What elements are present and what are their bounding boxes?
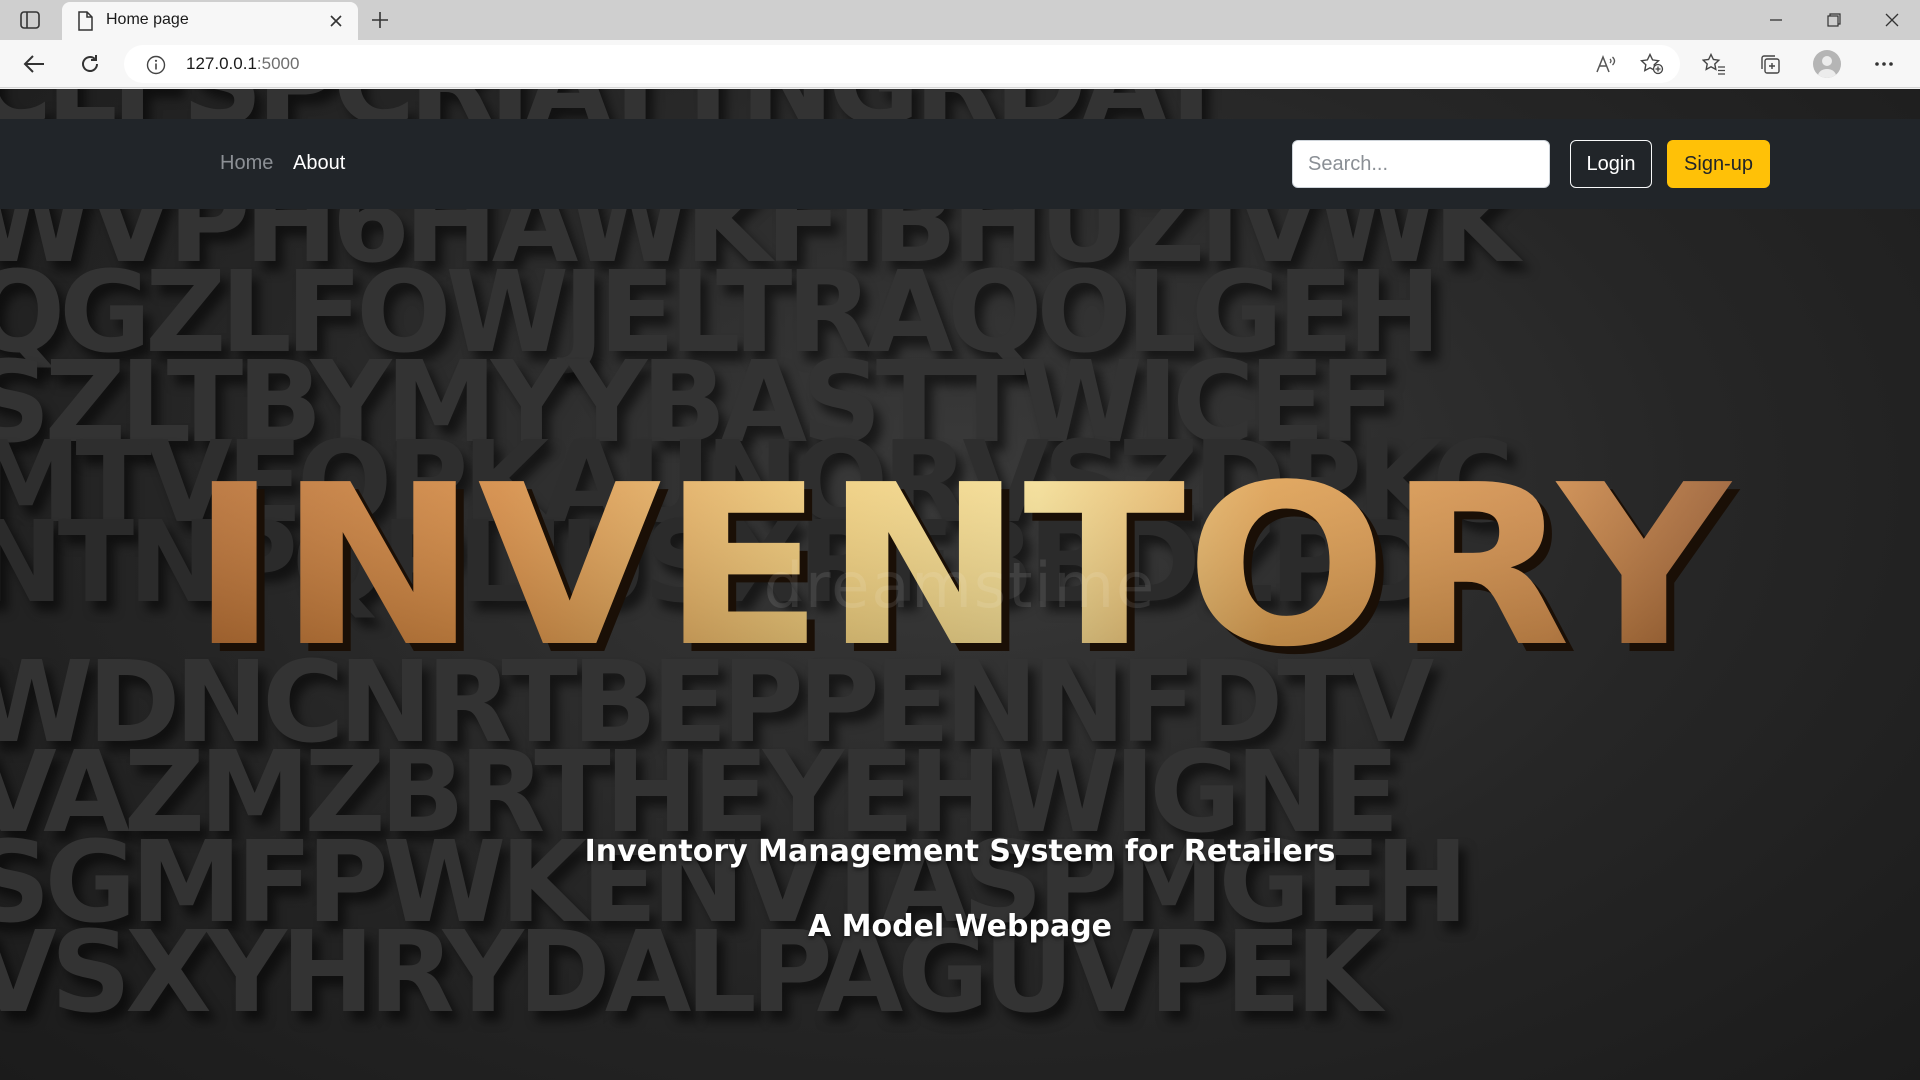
add-favorite-icon[interactable] [1636, 48, 1668, 80]
profile-icon[interactable] [1813, 50, 1841, 78]
plus-icon[interactable] [366, 6, 394, 34]
minimize-icon[interactable] [1754, 4, 1798, 36]
info-icon[interactable] [146, 55, 166, 75]
read-aloud-icon[interactable] [1590, 48, 1622, 80]
document-icon [76, 11, 94, 31]
browser-tab[interactable]: Home page [62, 2, 358, 40]
nav-link-home[interactable]: Home [220, 152, 273, 175]
url-port: :5000 [256, 54, 300, 73]
login-button[interactable]: Login [1570, 140, 1652, 188]
tab-title: Home page [106, 11, 189, 28]
hero-tagline: Inventory Management System for Retailer… [584, 834, 1336, 869]
window-close-icon[interactable] [1870, 4, 1914, 36]
favorites-icon[interactable] [1698, 48, 1730, 80]
url-text: 127.0.0.1:5000 [186, 54, 299, 74]
more-icon[interactable] [1868, 48, 1900, 80]
hero-subtitle: A Model Webpage [807, 909, 1113, 944]
restore-icon[interactable] [1812, 4, 1856, 36]
browser-tab-strip: Home page [0, 0, 1920, 40]
top-navbar: Home About Login Sign-up [0, 119, 1920, 209]
watermark-text: dreamstime [763, 549, 1157, 622]
address-bar: 127.0.0.1:5000 [0, 40, 1920, 88]
url-host: 127.0.0.1 [186, 54, 257, 73]
search-input[interactable] [1292, 140, 1550, 188]
signup-button[interactable]: Sign-up [1667, 140, 1770, 188]
back-icon[interactable] [18, 48, 50, 80]
url-field[interactable]: 127.0.0.1:5000 [124, 45, 1680, 83]
close-icon[interactable] [326, 11, 346, 31]
page-viewport: CLFSPCRIATTNGRDAT WVPH6HAWKFIBHUZIVWK QG… [0, 89, 1920, 1080]
refresh-icon[interactable] [74, 48, 106, 80]
nav-link-about[interactable]: About [293, 152, 345, 175]
collections-icon[interactable] [1754, 48, 1786, 80]
tab-actions-icon[interactable] [16, 8, 44, 32]
